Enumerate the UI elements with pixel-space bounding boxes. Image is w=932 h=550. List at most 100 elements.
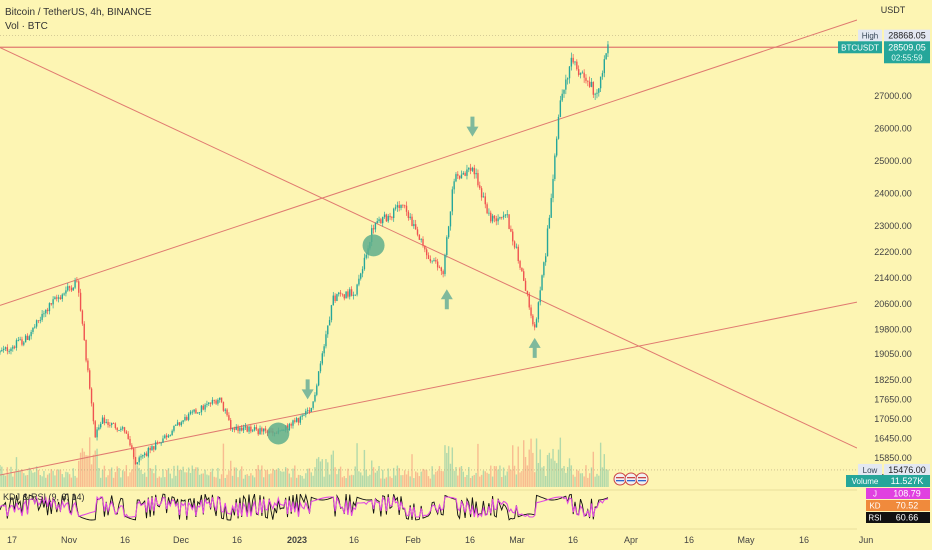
candle-body <box>484 196 486 205</box>
rsi-label[interactable]: RSI <box>868 514 881 523</box>
volume-bar <box>109 469 111 487</box>
candle-body <box>246 426 248 432</box>
volume-bar <box>332 450 334 487</box>
candle-body <box>343 294 345 299</box>
candle-body <box>217 399 219 404</box>
volume-bar <box>257 465 259 487</box>
arrow-down-icon[interactable] <box>466 116 479 137</box>
volume-bar <box>264 469 267 487</box>
volume-bar <box>219 478 221 487</box>
candle-body <box>78 281 80 293</box>
volume-bar <box>241 466 243 487</box>
arrow-up-icon[interactable] <box>528 337 541 358</box>
volume-bar <box>246 474 248 487</box>
event-flag-icon[interactable] <box>635 472 649 486</box>
candle-body <box>403 205 406 207</box>
trendline-1[interactable] <box>0 19 858 306</box>
event-flag-icon[interactable] <box>624 472 638 486</box>
volume-label[interactable]: Volume <box>852 477 879 486</box>
last-price[interactable]: 28509.05 <box>888 42 926 52</box>
event-flag-icon[interactable] <box>613 472 627 486</box>
trendline-3[interactable] <box>0 47 858 449</box>
candle-body <box>134 457 137 465</box>
volume-bar <box>416 472 419 487</box>
candle-body <box>576 61 578 70</box>
volume-value[interactable]: 11.527K <box>891 476 924 486</box>
volume-bar <box>142 474 144 487</box>
volume-bar <box>336 474 338 487</box>
volume-bar <box>488 473 490 487</box>
volume-bar <box>429 478 432 487</box>
trendline-2[interactable] <box>0 301 858 476</box>
candle-body <box>557 116 560 139</box>
highlight-circle[interactable] <box>267 422 290 445</box>
volume-legend[interactable]: Vol · BTC <box>5 20 152 34</box>
candle-body <box>581 72 584 74</box>
j-value[interactable]: 108.79 <box>893 489 921 499</box>
volume-bar <box>220 474 223 487</box>
volume-bar <box>312 475 314 487</box>
candle-body <box>460 174 463 179</box>
volume-bar <box>164 477 166 487</box>
chart-root[interactable]: KDJ & RSI (9, 3, 14) USDT 27000.00 26000.0… <box>0 0 932 550</box>
candle-body <box>546 228 549 257</box>
volume-bar <box>530 438 532 487</box>
volume-bar <box>398 468 400 487</box>
volume-bar <box>534 472 536 487</box>
volume-bar <box>226 474 228 487</box>
volume-bar <box>319 461 322 487</box>
price-chart[interactable]: KDJ & RSI (9, 3, 14) USDT 27000.00 26000.0… <box>0 0 932 550</box>
volume-bar <box>477 443 479 487</box>
arrow-down-icon[interactable] <box>301 379 314 400</box>
highlight-circle[interactable] <box>362 234 385 257</box>
symbol-title[interactable]: Bitcoin / TetherUS, 4h, BINANCE <box>5 6 152 20</box>
volume-bar <box>259 469 261 487</box>
candle-body <box>231 428 234 430</box>
candle-body <box>427 255 430 259</box>
candle-body <box>506 214 508 216</box>
low-value[interactable]: 15476.00 <box>888 465 926 475</box>
candle-body <box>409 216 411 218</box>
volume-bar <box>513 465 516 487</box>
indicator-label[interactable]: KDJ & RSI (9, 3, 14) <box>3 492 85 502</box>
candle-body <box>90 388 93 404</box>
candle-body <box>109 424 111 426</box>
candle-body <box>237 426 239 431</box>
volume-bar <box>167 468 170 487</box>
arrow-up-icon[interactable] <box>440 289 453 310</box>
candle-body <box>446 237 448 256</box>
volume-bar <box>402 475 404 487</box>
volume-bar <box>200 473 203 487</box>
symbol-badge[interactable]: BTCUSDT <box>841 43 879 52</box>
candle-body <box>83 323 85 340</box>
j-label[interactable]: J <box>873 490 877 499</box>
rsi-value[interactable]: 60.66 <box>896 513 919 523</box>
candle-body <box>552 178 554 199</box>
candle-body <box>242 427 245 431</box>
candle-body <box>537 302 540 320</box>
volume-bar <box>557 449 560 487</box>
volume-bar <box>372 467 375 487</box>
volume-bar <box>360 472 362 487</box>
candle-body <box>52 299 54 305</box>
volume-bar <box>279 470 281 487</box>
candle-body <box>175 424 177 426</box>
candle-body <box>515 246 518 248</box>
high-value[interactable]: 28868.05 <box>888 31 926 41</box>
volume-bar <box>440 471 443 487</box>
volume-bar <box>327 462 329 487</box>
volume-bar <box>143 472 146 487</box>
kd-value[interactable]: 70.52 <box>896 501 919 511</box>
volume-bar <box>39 475 41 487</box>
kd-label[interactable]: KD <box>869 502 880 511</box>
candle-body <box>61 294 63 299</box>
volume-bar <box>442 471 444 487</box>
volume-bar <box>286 468 289 487</box>
candle-body <box>574 61 576 63</box>
volume-bar <box>486 472 488 487</box>
candle-body <box>336 294 338 301</box>
candle-body <box>301 415 303 417</box>
candle-body <box>334 295 336 301</box>
candle-body <box>338 292 340 295</box>
volume-bar <box>361 475 364 487</box>
